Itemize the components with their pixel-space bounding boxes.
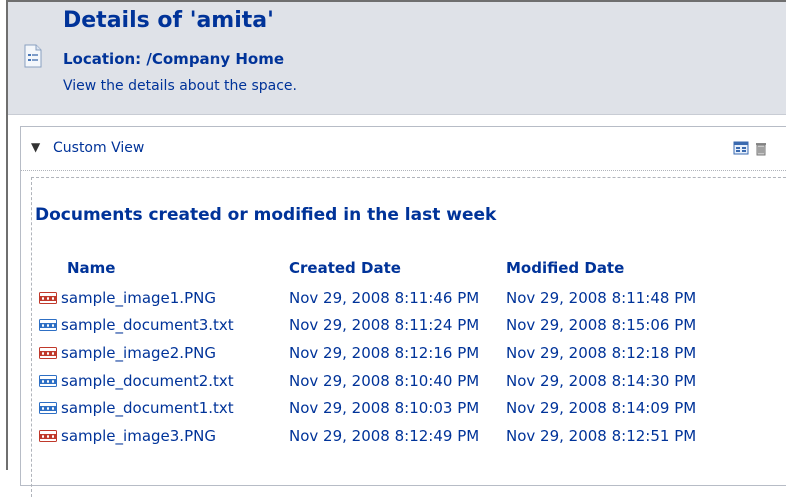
document-link[interactable]: sample_document1.txt (61, 399, 234, 417)
page-title: Details of 'amita' (63, 8, 274, 33)
txt-file-icon[interactable] (39, 402, 57, 415)
document-name-cell: sample_image1.PNG (39, 284, 289, 312)
created-date-cell: Nov 29, 2008 8:10:03 PM (289, 399, 480, 418)
modified-date-cell: Nov 29, 2008 8:12:18 PM (506, 343, 697, 362)
modified-date-cell: Nov 29, 2008 8:12:51 PM (506, 426, 697, 445)
modified-date-cell: Nov 29, 2008 8:11:48 PM (506, 288, 697, 307)
document-link[interactable]: sample_image3.PNG (61, 427, 216, 445)
table-header-row: Name Created Date Modified Date (39, 257, 696, 284)
custom-view-label[interactable]: Custom View (53, 140, 144, 156)
modified-date-cell: Nov 29, 2008 8:14:30 PM (506, 371, 697, 390)
created-date-cell: Nov 29, 2008 8:11:24 PM (289, 316, 480, 335)
documents-table: Name Created Date Modified Date sample_i… (39, 257, 696, 450)
section-title: Documents created or modified in the las… (35, 205, 497, 225)
modified-date-cell: Nov 29, 2008 8:14:09 PM (506, 399, 697, 418)
panel-header: ▼ Custom View (21, 127, 786, 171)
column-header-modified[interactable]: Modified Date (506, 257, 696, 284)
document-link[interactable]: sample_document3.txt (61, 316, 234, 334)
details-header: Details of 'amita' Location: /Company Ho… (8, 2, 786, 115)
table-row: sample_document1.txt Nov 29, 2008 8:10:03… (39, 394, 696, 422)
created-date-cell: Nov 29, 2008 8:12:49 PM (289, 426, 480, 445)
document-name-cell: sample_document3.txt (39, 312, 289, 340)
documents-table-body: sample_image1.PNG Nov 29, 2008 8:11:46 PM… (39, 284, 696, 450)
triangle-down-icon[interactable]: ▼ (31, 140, 40, 154)
created-date-cell: Nov 29, 2008 8:12:16 PM (289, 343, 480, 362)
table-row: sample_image1.PNG Nov 29, 2008 8:11:46 PM… (39, 284, 696, 312)
location-breadcrumb: Location: /Company Home (63, 50, 285, 68)
txt-file-icon[interactable] (39, 374, 57, 387)
table-row: sample_image2.PNG Nov 29, 2008 8:12:16 PM… (39, 339, 696, 367)
document-name-cell: sample_image2.PNG (39, 339, 289, 367)
page-description: View the details about the space. (63, 78, 297, 94)
document-name-cell: sample_document1.txt (39, 394, 289, 422)
space-details-icon (24, 44, 42, 68)
png-file-icon[interactable] (39, 429, 57, 442)
edit-view-icon[interactable] (733, 140, 749, 156)
delete-view-icon[interactable] (753, 140, 769, 156)
document-link[interactable]: sample_image2.PNG (61, 344, 216, 362)
document-link[interactable]: sample_document2.txt (61, 372, 234, 390)
document-name-cell: sample_image3.PNG (39, 422, 289, 450)
created-date-cell: Nov 29, 2008 8:11:46 PM (289, 288, 480, 307)
document-link[interactable]: sample_image1.PNG (61, 289, 216, 307)
table-row: sample_document2.txt Nov 29, 2008 8:10:40… (39, 367, 696, 395)
document-name-cell: sample_document2.txt (39, 367, 289, 395)
table-row: sample_document3.txt Nov 29, 2008 8:11:24… (39, 312, 696, 340)
txt-file-icon[interactable] (39, 319, 57, 332)
png-file-icon[interactable] (39, 291, 57, 304)
modified-date-cell: Nov 29, 2008 8:15:06 PM (506, 316, 697, 335)
column-header-created[interactable]: Created Date (289, 257, 506, 284)
custom-view-panel: ▼ Custom View Documents created or modif… (20, 126, 786, 497)
created-date-cell: Nov 29, 2008 8:10:40 PM (289, 371, 480, 390)
png-file-icon[interactable] (39, 346, 57, 359)
table-row: sample_image3.PNG Nov 29, 2008 8:12:49 PM… (39, 422, 696, 450)
column-header-name[interactable]: Name (39, 257, 289, 284)
